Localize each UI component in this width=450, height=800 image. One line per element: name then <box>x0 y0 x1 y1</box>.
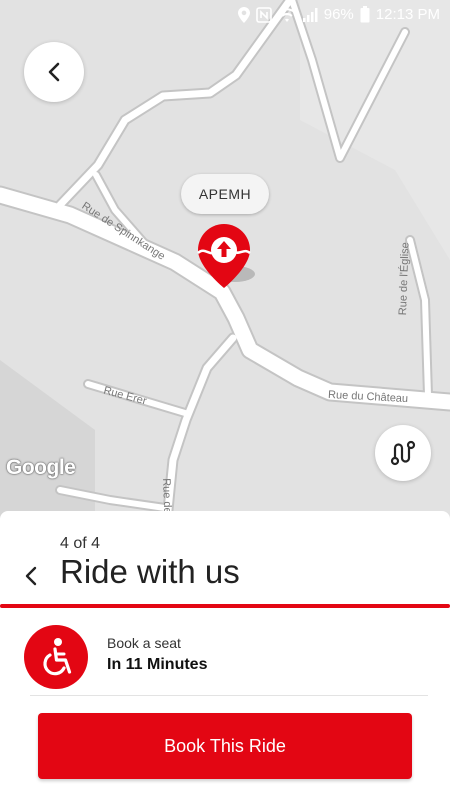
battery-icon <box>360 6 370 23</box>
route-icon <box>390 440 416 466</box>
title-underline <box>0 604 450 608</box>
status-icons: 96% 12:13 PM <box>237 6 440 23</box>
ride-option-label: Book a seat <box>107 635 181 651</box>
location-pin-icon[interactable] <box>195 222 257 292</box>
divider <box>30 695 428 696</box>
sheet-back-button[interactable] <box>16 561 46 591</box>
wifi-icon <box>278 7 296 22</box>
google-logo: Google <box>6 456 76 479</box>
wheelchair-icon <box>24 625 88 689</box>
signal-icon <box>302 7 318 22</box>
book-ride-button[interactable]: Book This Ride <box>38 713 412 779</box>
battery-percent: 96% <box>323 6 354 23</box>
chevron-left-icon <box>48 62 60 82</box>
map-back-button[interactable] <box>24 42 84 102</box>
map-view[interactable]: Rue de Spinnkange Rue du Château Rue de … <box>0 0 450 540</box>
stop-name-label: APEMH <box>181 174 269 214</box>
route-button[interactable] <box>375 425 431 481</box>
nfc-icon <box>255 6 272 23</box>
location-icon <box>237 6 250 23</box>
page-title: Ride with us <box>60 553 240 590</box>
status-bar: 96% 12:13 PM <box>0 0 450 30</box>
road-label: Rue de <box>160 478 174 514</box>
ride-sheet: 4 of 4 Ride with us Book a seat In 11 Mi… <box>0 511 450 800</box>
step-counter: 4 of 4 <box>60 535 101 552</box>
road-label: Rue de l'Église <box>397 242 412 316</box>
ride-eta: In 11 Minutes <box>107 656 208 673</box>
clock: 12:13 PM <box>375 6 440 23</box>
chevron-left-icon <box>25 566 37 586</box>
